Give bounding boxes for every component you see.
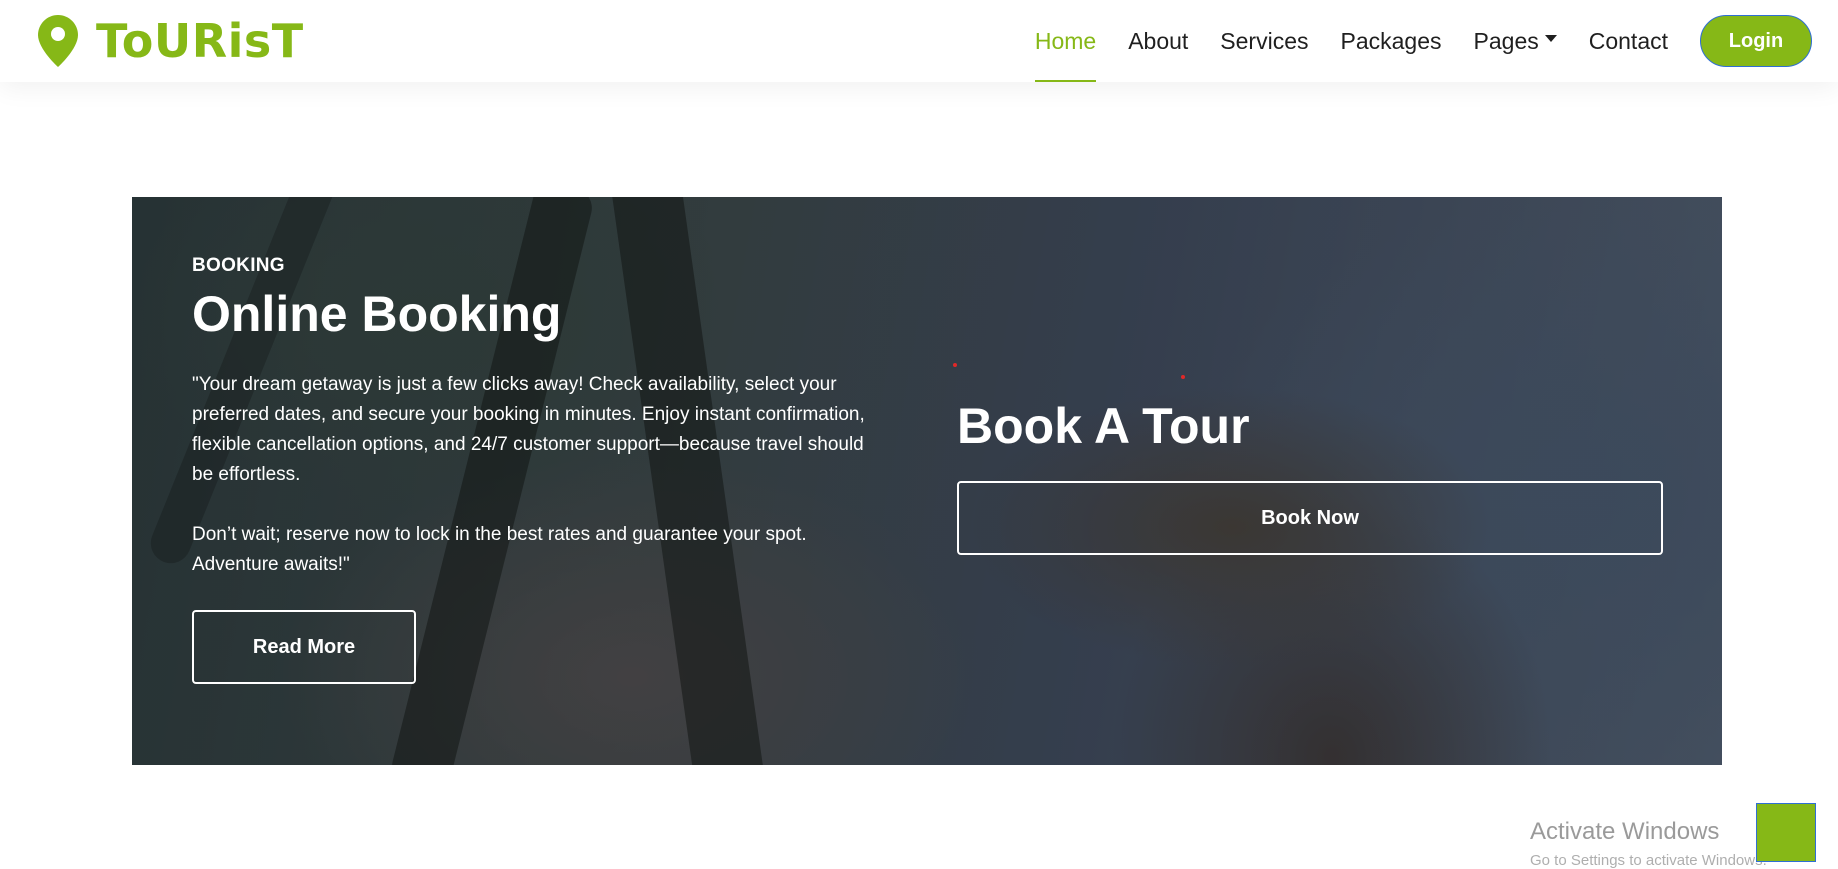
nav-packages[interactable]: Packages <box>1325 0 1458 82</box>
booking-label: BOOKING <box>192 255 285 276</box>
nav-contact-label: Contact <box>1588 27 1668 54</box>
book-now-button[interactable]: Book Now <box>957 481 1663 555</box>
booking-info: BOOKING Online Booking "Your dream getaw… <box>192 255 882 684</box>
brand-name: ToURisT <box>96 14 304 68</box>
nav-home-label: Home <box>1034 27 1097 54</box>
brand-logo[interactable]: ToURisT <box>38 10 304 72</box>
book-tour-title: Book A Tour <box>957 398 1250 454</box>
windows-activation-watermark: Activate Windows <box>1530 818 1720 845</box>
book-tour-panel: Book A Tour Book Now <box>957 397 1663 555</box>
caret-down-icon <box>1544 34 1557 42</box>
nav-pages-dropdown[interactable]: Pages <box>1458 0 1573 82</box>
nav-about-label: About <box>1128 27 1189 54</box>
booking-section: BOOKING Online Booking "Your dream getaw… <box>132 197 1722 765</box>
background-dot <box>953 363 957 367</box>
booking-description: "Your dream getaway is just a few clicks… <box>192 374 865 485</box>
nav-services-label: Services <box>1220 27 1309 54</box>
booking-title: Online Booking <box>192 286 562 342</box>
login-button[interactable]: Login <box>1700 15 1812 67</box>
nav-contact[interactable]: Contact <box>1573 0 1684 82</box>
nav-services[interactable]: Services <box>1204 0 1324 82</box>
background-dot <box>1181 375 1185 379</box>
nav-pages-label: Pages <box>1473 27 1539 54</box>
nav-menu: Home About Services Packages Pages Conta… <box>1019 0 1812 82</box>
nav-packages-label: Packages <box>1340 27 1442 54</box>
map-pin-icon <box>38 15 78 67</box>
read-more-button[interactable]: Read More <box>192 610 416 684</box>
windows-activation-subtext: Go to Settings to activate Windows. <box>1530 852 1767 869</box>
back-to-top-button[interactable] <box>1756 803 1816 862</box>
nav-home[interactable]: Home <box>1019 0 1112 82</box>
nav-about[interactable]: About <box>1112 0 1204 82</box>
navbar: ToURisT Home About Services Packages Pag… <box>0 0 1838 82</box>
booking-cta-text: Don’t wait; reserve now to lock in the b… <box>192 524 807 575</box>
